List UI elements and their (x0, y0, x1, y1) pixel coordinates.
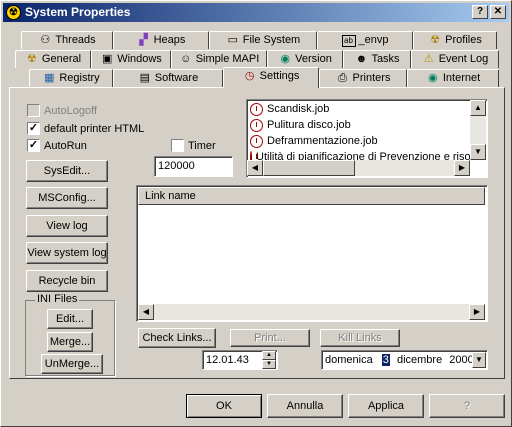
people-icon: ☻ (355, 53, 368, 65)
check-links-button[interactable]: Check Links... (138, 328, 216, 348)
recycle-bin-button[interactable]: Recycle bin (26, 270, 108, 292)
autorun-checkbox[interactable]: ✓ AutoRun (27, 139, 87, 152)
ini-files-label: INI Files (35, 293, 80, 305)
tab-software[interactable]: ▤ Software (113, 69, 223, 87)
cancel-button[interactable]: Annulla (267, 394, 343, 418)
link-table[interactable]: Link name ◀ ▶ (136, 185, 488, 322)
link-horizontal-scrollbar[interactable]: ◀ ▶ (138, 304, 485, 320)
window-title: System Properties (25, 5, 131, 19)
tab-internet[interactable]: ◉ Internet (407, 69, 499, 87)
time-spinner[interactable]: 12.01.43 ▲ ▼ (202, 350, 278, 370)
system-properties-window: ☢ System Properties ? ✕ ⚇ Threads ▞ Heaps … (0, 0, 512, 427)
check-icon: ✓ (27, 139, 40, 152)
title-bar[interactable]: ☢ System Properties ? ✕ (3, 3, 509, 22)
scroll-right-icon[interactable]: ▶ (454, 160, 470, 176)
scroll-right-icon[interactable]: ▶ (469, 304, 485, 320)
tab-tasks[interactable]: ☻ Tasks (343, 50, 411, 68)
clock-icon (250, 134, 263, 148)
tab-printers[interactable]: ⎙ Printers (319, 69, 407, 87)
tab-windows[interactable]: ▣ Windows (91, 50, 171, 68)
ab-icon: ab (341, 35, 356, 47)
view-log-button[interactable]: View log (26, 215, 108, 237)
list-item[interactable]: Scandisk.job (248, 101, 470, 117)
scroll-up-icon[interactable]: ▲ (470, 100, 486, 116)
tab-settings[interactable]: ◷ Settings (223, 67, 319, 88)
warning-icon: ⚠ (423, 53, 434, 65)
tab-general[interactable]: ☢ General (15, 50, 91, 68)
software-icon: ▤ (139, 72, 150, 84)
globe-icon: ◉ (428, 72, 438, 84)
help-button: ? (429, 394, 505, 418)
jobs-horizontal-scrollbar[interactable]: ◀ ▶ (247, 160, 470, 176)
list-item[interactable]: Deframmentazione.job (248, 133, 470, 149)
globe-icon: ◉ (280, 53, 290, 65)
radiation-icon: ☢ (26, 53, 37, 65)
printer-icon: ⎙ (338, 72, 347, 84)
radiation-icon: ☢ (6, 5, 21, 20)
tab-registry[interactable]: ▦ Registry (29, 69, 113, 87)
spin-down-icon[interactable]: ▼ (262, 360, 276, 369)
clock-icon: ◷ (244, 70, 255, 82)
tab-file-system[interactable]: ▭ File System (209, 31, 317, 49)
person-icon: ☺ (180, 53, 192, 65)
check-icon: ✓ (27, 122, 40, 135)
sysedit-button[interactable]: SysEdit... (26, 160, 108, 182)
registry-icon: ▦ (44, 72, 55, 84)
jobs-vertical-scrollbar[interactable]: ▲ ▼ (470, 100, 486, 160)
default-printer-html-checkbox[interactable]: ✓ default printer HTML (27, 122, 144, 135)
tab-profiles[interactable]: ☢ Profiles (413, 31, 497, 49)
link-name-column-header[interactable]: Link name (138, 187, 485, 205)
print-button: Print... (230, 329, 310, 347)
autologoff-checkbox: AutoLogoff (27, 104, 97, 117)
list-item[interactable]: Pulitura disco.job (248, 117, 470, 133)
tab-simple-mapi[interactable]: ☺ Simple MAPI (171, 50, 267, 68)
chevron-down-icon[interactable]: ▼ (472, 352, 486, 368)
ok-button[interactable]: OK (186, 394, 262, 418)
tab-threads[interactable]: ⚇ Threads (21, 31, 113, 49)
timer-checkbox[interactable]: Timer (171, 139, 216, 152)
close-title-button[interactable]: ✕ (490, 5, 506, 19)
tab-heaps[interactable]: ▞ Heaps (113, 31, 209, 49)
binoculars-icon: ⚇ (40, 34, 51, 46)
spin-up-icon[interactable]: ▲ (262, 351, 276, 360)
scroll-down-icon[interactable]: ▼ (470, 144, 486, 160)
timer-value-input[interactable]: 120000 (154, 156, 233, 177)
clock-icon (250, 118, 263, 132)
ini-unmerge-button[interactable]: UnMerge... (41, 354, 103, 374)
apply-button[interactable]: Applica (348, 394, 424, 418)
clock-icon (250, 102, 263, 116)
date-day[interactable]: 3 (381, 354, 390, 366)
view-system-log-button[interactable]: View system log (26, 242, 108, 264)
ini-edit-button[interactable]: Edit... (47, 309, 93, 329)
help-title-button[interactable]: ? (472, 5, 488, 19)
tab-version[interactable]: ◉ Version (267, 50, 343, 68)
ini-merge-button[interactable]: Merge... (47, 332, 93, 352)
msconfig-button[interactable]: MSConfig... (26, 187, 108, 209)
date-picker[interactable]: domenica 3 dicembre 2000 ▼ (321, 350, 488, 370)
tab-event-log[interactable]: ⚠ Event Log (411, 50, 499, 68)
drive-icon: ▭ (227, 34, 238, 46)
scroll-thumb[interactable] (263, 160, 355, 176)
scroll-left-icon[interactable]: ◀ (247, 160, 263, 176)
blocks-icon: ▞ (139, 34, 148, 46)
tab-envp[interactable]: ab _envp (317, 31, 413, 49)
kill-links-button: Kill Links (320, 329, 400, 347)
scheduled-jobs-list[interactable]: Scandisk.job Pulitura disco.job Deframme… (246, 99, 488, 178)
radiation-icon: ☢ (430, 34, 441, 46)
computer-icon: ▣ (101, 53, 113, 65)
scroll-left-icon[interactable]: ◀ (138, 304, 154, 320)
